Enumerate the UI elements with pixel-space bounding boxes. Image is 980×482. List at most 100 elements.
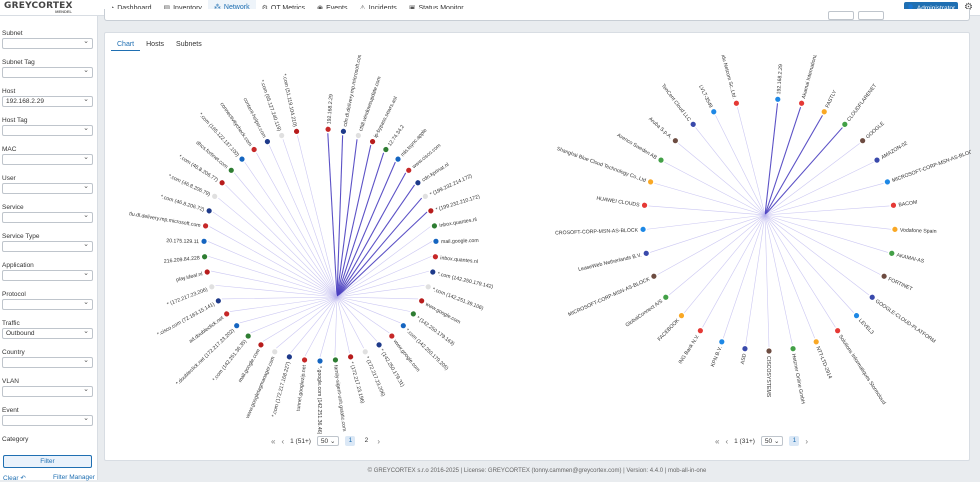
right-next-page-icon[interactable]: › [805, 437, 808, 446]
graph-edge [764, 214, 870, 296]
graph-node[interactable]: *.com (165.122.137.100) [197, 111, 245, 163]
right-page-1-button[interactable]: 1 [789, 436, 800, 446]
graph-node[interactable]: * (199.232.210.172) [428, 193, 481, 215]
right-per-page-select[interactable]: 50 ⌄ [760, 436, 784, 446]
strip-button-2[interactable] [858, 11, 884, 20]
graph-edge [764, 182, 884, 216]
graph-node[interactable]: FORTINET [880, 273, 914, 293]
application-select[interactable] [2, 269, 93, 281]
graph-node[interactable]: LEVEL3 [852, 312, 875, 336]
graph-node[interactable]: inbox.quantes.nl [432, 254, 478, 265]
left-per-page-select[interactable]: 50 ⌄ [316, 436, 340, 446]
left-page-1-button[interactable]: 1 [345, 436, 356, 446]
node-icon [641, 202, 648, 208]
protocol-select[interactable] [2, 298, 93, 310]
graph-node[interactable]: GlobalConnect A/S [624, 294, 670, 329]
graph-node[interactable]: *.google.com (142.251.36.46) [316, 358, 323, 435]
node-label: *.com (46.8.206.79) [167, 173, 211, 198]
graph-node[interactable]: inbox.quantes.nl [431, 216, 477, 230]
graph-node[interactable]: CISCOSYSTEMS [765, 348, 772, 398]
graph-node[interactable]: Solutions Informatiques Stormcloud [833, 327, 887, 406]
tab-subnets[interactable]: Subnets [170, 39, 208, 51]
right-first-page-icon[interactable]: « [715, 437, 719, 446]
filter-button[interactable]: Filter [3, 455, 92, 468]
node-icon [690, 121, 696, 127]
filter-vlan: VLAN [2, 377, 93, 397]
user-select[interactable] [2, 182, 93, 194]
graph-node[interactable]: 216.209.84.228 [163, 254, 208, 265]
subnet-tag-select[interactable] [2, 66, 93, 78]
node-label: NTT-LTD-2914 [814, 346, 832, 380]
node-icon [884, 179, 891, 185]
clear-link[interactable]: Clear ↶ [3, 474, 26, 482]
graph-node[interactable]: MICROSOFT-CORP-MSN-AS-BLOCK [884, 147, 971, 186]
graph-edge [276, 296, 338, 349]
first-page-icon[interactable]: « [271, 437, 275, 446]
graph-node[interactable]: Vodafone Spain [892, 226, 937, 235]
graph-node[interactable]: LeaseWeb Netherlands B.V. [578, 250, 650, 273]
graph-node[interactable]: 20.175.129.11 [166, 238, 207, 246]
graph-node[interactable]: Hetzner Online GmbH [789, 346, 807, 405]
graph-node[interactable]: * (172.217.23.196) [346, 354, 366, 405]
graph-node[interactable]: LVLT-3549 [697, 84, 717, 116]
graph-node[interactable]: play.ideal.nl [175, 269, 210, 283]
graph-node[interactable]: 192.168.2.29 [325, 94, 335, 132]
graph-node[interactable]: GOOGLE [859, 120, 886, 145]
vlan-select[interactable] [2, 385, 93, 397]
host-tag-select[interactable] [2, 124, 93, 136]
graph-node[interactable]: tunnel.googlezip.net [295, 357, 309, 411]
undo-icon: ↶ [20, 475, 26, 482]
graph-node[interactable]: KPN B.V. [709, 338, 726, 368]
graph-node[interactable]: AMAZON-02 [873, 140, 909, 165]
graph-node[interactable]: *.com (46.8.206.72) [160, 193, 213, 215]
next-page-icon[interactable]: › [377, 437, 380, 446]
strip-button-1[interactable] [828, 11, 854, 20]
graph-node[interactable]: ASD [739, 346, 749, 365]
graph-node[interactable]: NTT-LTD-2914 [812, 338, 834, 380]
service-select[interactable] [2, 211, 93, 223]
graph-node[interactable]: ING Bank N.V. [677, 327, 705, 365]
node-label: FACEBOOK [657, 317, 682, 342]
graph-node[interactable]: AKAMAI-AS [888, 250, 925, 265]
graph-node[interactable]: TenCent Cloud LLC [660, 83, 697, 129]
service-type-select[interactable] [2, 240, 93, 252]
event-select[interactable] [2, 414, 93, 426]
graph-node[interactable]: FASTLY [821, 89, 839, 116]
graph-node[interactable]: FACEBOOK [656, 312, 686, 343]
graph-node[interactable]: mail.google.com [433, 237, 479, 245]
graph-node[interactable]: family-sigent-unit.gstatic.com [331, 357, 347, 432]
graph-node[interactable]: CLOUDFLARENET [841, 82, 879, 129]
graph-node[interactable]: GOOGLE-CLOUD-PLATFORM [868, 294, 937, 345]
graph-node[interactable]: *.com (142.250.179.205) [399, 322, 450, 372]
tab-hosts[interactable]: Hosts [140, 39, 170, 51]
graph-node[interactable]: tlu.dl.delivery.mp.microsoft.com [129, 211, 209, 231]
node-icon [821, 109, 827, 115]
graph-node[interactable]: Beijing Baidu Netcom Sc.,Ltd. [713, 55, 739, 107]
left-page-2-button[interactable]: 2 [361, 436, 371, 446]
graph-node[interactable]: 12.74.34.2 [382, 124, 406, 154]
node-label: Avenco Sweden AB [616, 132, 659, 161]
graph-node[interactable]: 192.168.2.29 [775, 64, 784, 102]
graph-node[interactable]: HUAWEI CLOUDS [596, 195, 648, 210]
greycortex-logo[interactable]: GREYCORTEX MENDEL [4, 2, 92, 16]
node-label: 192.168.2.29 [776, 64, 784, 95]
right-prev-page-icon[interactable]: ‹ [725, 437, 728, 446]
subnet-select[interactable] [2, 37, 93, 49]
mac-select[interactable] [2, 153, 93, 165]
graph-node[interactable]: CROSOFT-CORP-MSN-AS-BLOCK [555, 226, 646, 237]
node-icon [430, 269, 436, 275]
graph-node[interactable]: *.com (51.119.104.210) [281, 73, 300, 135]
traffic-select[interactable]: Outbound [2, 327, 93, 339]
country-select[interactable] [2, 356, 93, 368]
graph-node[interactable]: Akamai International B.V. [798, 55, 822, 107]
host-select[interactable]: 192.168.2.29 [2, 95, 93, 107]
node-label: TenCent Cloud LLC [660, 83, 692, 123]
prev-page-icon[interactable]: ‹ [281, 437, 284, 446]
graph-node[interactable]: Avenco Sweden AB [616, 132, 665, 165]
graph-node[interactable]: *.com (142.250.179.142) [429, 269, 494, 291]
graph-edge [262, 296, 338, 342]
graph-edge [715, 115, 766, 216]
tab-chart[interactable]: Chart [111, 39, 141, 51]
graph-node[interactable]: BACOM [890, 199, 918, 210]
graph-node[interactable]: Aruba S.p.A. [647, 116, 679, 146]
